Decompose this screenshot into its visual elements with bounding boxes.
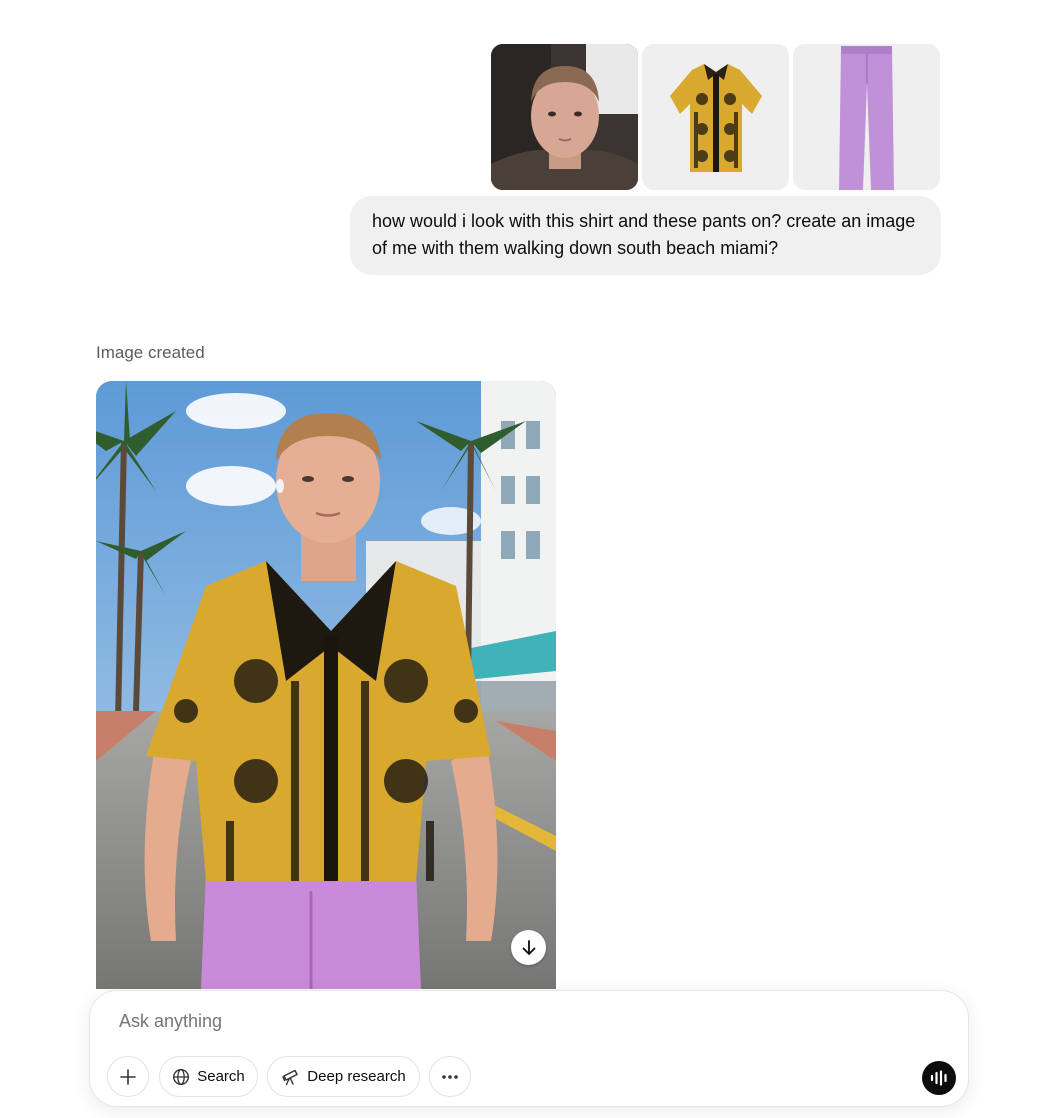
prompt-input[interactable] [119,1011,899,1032]
download-arrow-icon [522,939,535,955]
image-created-label: Image created [96,343,205,362]
telescope-icon [282,1069,298,1086]
attachment-pants[interactable] [793,44,940,190]
voice-mode-button[interactable] [922,1061,956,1095]
add-attachment-button[interactable] [107,1056,149,1097]
shirt-photo-icon [642,44,789,190]
chat-page: how would i look with this shirt and the… [0,0,1050,1118]
deep-research-button[interactable]: Deep research [267,1056,420,1097]
search-button-label: Search [197,1068,245,1085]
ellipsis-icon [442,1074,458,1079]
more-tools-button[interactable] [429,1056,471,1097]
voice-waveform-icon [930,1070,947,1086]
generated-image[interactable] [96,381,556,989]
attachment-thumbnails [491,44,940,190]
attachment-shirt[interactable] [642,44,789,190]
search-button[interactable]: Search [159,1056,258,1097]
pants-photo-icon [793,44,940,190]
user-message-bubble: how would i look with this shirt and the… [350,196,941,275]
portrait-photo-icon [491,44,638,190]
globe-icon [173,1068,190,1085]
message-composer: Search Deep research [89,990,969,1107]
attachment-portrait[interactable] [491,44,638,190]
plus-icon [120,1068,136,1085]
deep-research-label: Deep research [307,1068,406,1085]
download-button[interactable] [511,930,546,965]
south-beach-scene [96,381,556,989]
